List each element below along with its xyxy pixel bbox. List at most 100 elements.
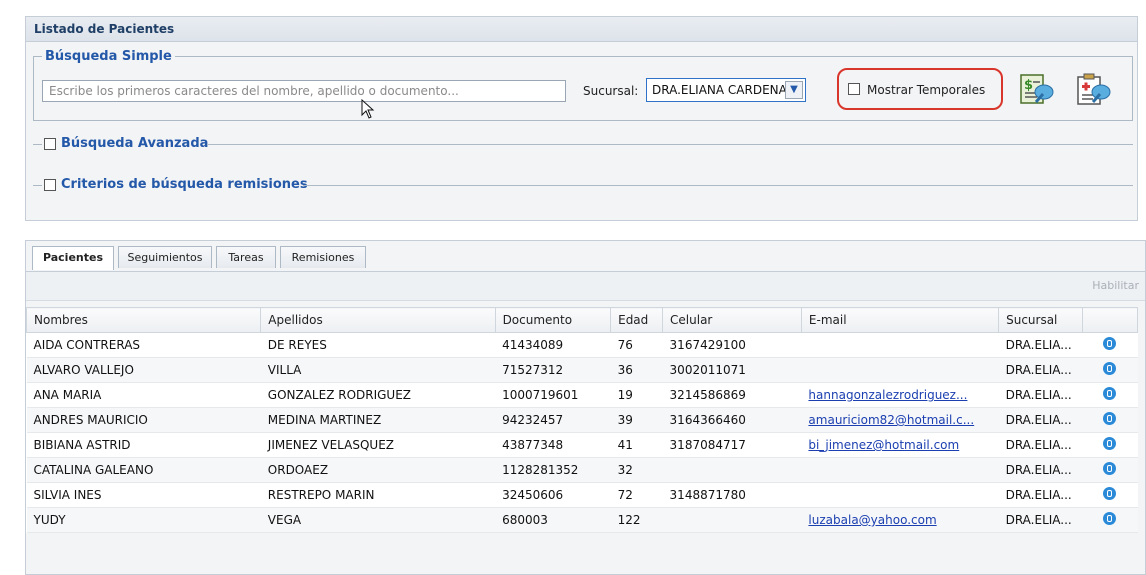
table-row[interactable]: YUDY VEGA 680003 122 luzabala@yahoo.com DRA.E… <box>26 507 1138 533</box>
column-header[interactable]: Sucursal <box>998 307 1083 333</box>
contact-card-icon[interactable] <box>1103 412 1117 425</box>
action-cell <box>1082 357 1138 383</box>
surname-cell: RESTREPO MARIN <box>260 482 496 508</box>
mouse-cursor-icon <box>361 99 375 119</box>
surname-cell: VILLA <box>260 357 496 383</box>
contact-card-icon[interactable] <box>1103 337 1117 350</box>
contact-card-icon[interactable] <box>1103 387 1117 400</box>
action-cell <box>1082 457 1138 483</box>
simple-search-fieldset: Búsqueda Simple Sucursal: DRA.ELIANA CAR… <box>33 49 1133 121</box>
tab-remisiones[interactable]: Remisiones <box>280 246 366 268</box>
contact-card-icon[interactable] <box>1103 512 1117 525</box>
remisiones-criteria-label[interactable]: Criterios de búsqueda remisiones <box>61 177 308 192</box>
tab-pacientes[interactable]: Pacientes <box>32 246 114 270</box>
column-header[interactable]: Celular <box>662 307 802 333</box>
patients-table: Nombres Apellidos Documento Edad Celular… <box>25 307 1139 533</box>
table-row[interactable]: CATALINA GALEANO ORDOAEZ 1128281352 32 DRA.E… <box>26 457 1138 483</box>
advanced-search-label[interactable]: Búsqueda Avanzada <box>61 136 208 151</box>
email-link[interactable]: amauriciom82@hotmail.c... <box>808 413 974 427</box>
email-cell[interactable]: bi_jimenez@hotmail.com <box>801 432 999 458</box>
age-cell: 122 <box>610 507 663 533</box>
surname-cell: DE REYES <box>260 332 496 358</box>
column-header[interactable]: Nombres <box>25 307 262 333</box>
column-header[interactable]: Documento <box>494 307 612 333</box>
medical-report-icon[interactable] <box>1074 72 1112 110</box>
document-cell: 32450606 <box>495 482 611 508</box>
branch-cell: DRA.ELIA... <box>998 407 1083 433</box>
phone-cell <box>662 457 802 483</box>
name-cell: BIBIANA ASTRID <box>26 432 261 458</box>
branch-cell: DRA.ELIA... <box>998 457 1083 483</box>
sucursal-value: DRA.ELIANA CARDENAS <box>652 83 795 97</box>
branch-cell: DRA.ELIA... <box>998 382 1083 408</box>
table-row[interactable]: ALVARO VALLEJO VILLA 71527312 36 3002011071 D… <box>26 357 1138 383</box>
billing-report-icon[interactable]: $ <box>1017 72 1055 110</box>
remisiones-criteria-checkbox[interactable] <box>44 179 56 191</box>
contact-card-icon[interactable] <box>1103 462 1117 475</box>
action-cell <box>1082 407 1138 433</box>
name-cell: YUDY <box>26 507 261 533</box>
name-cell: AIDA CONTRERAS <box>26 332 261 358</box>
contact-card-icon[interactable] <box>1103 437 1117 450</box>
email-link[interactable]: bi_jimenez@hotmail.com <box>808 438 959 452</box>
temporales-checkbox[interactable] <box>848 83 860 95</box>
email-cell[interactable] <box>801 482 999 508</box>
table-row[interactable]: ANDRES MAURICIO MEDINA MARTINEZ 94232457 39… <box>26 407 1138 433</box>
email-link[interactable]: hannagonzalezrodriguez... <box>808 388 967 402</box>
advanced-search-checkbox[interactable] <box>44 138 56 150</box>
name-cell: ALVARO VALLEJO <box>26 357 261 383</box>
branch-cell: DRA.ELIA... <box>998 432 1083 458</box>
email-cell[interactable] <box>801 332 999 358</box>
chevron-down-icon[interactable]: ▼ <box>785 81 803 99</box>
name-cell: CATALINA GALEANO <box>26 457 261 483</box>
email-link[interactable]: luzabala@yahoo.com <box>808 513 936 527</box>
divider <box>33 144 42 145</box>
divider <box>33 185 42 186</box>
phone-cell <box>662 507 802 533</box>
tab-tareas[interactable]: Tareas <box>216 246 276 268</box>
age-cell: 72 <box>610 482 663 508</box>
surname-cell: JIMENEZ VELASQUEZ <box>260 432 496 458</box>
grid-toolbar: Habilitar <box>26 271 1145 301</box>
age-cell: 19 <box>610 382 663 408</box>
column-header[interactable]: Apellidos <box>260 307 496 333</box>
table-header-row: Nombres Apellidos Documento Edad Celular… <box>25 307 1139 333</box>
email-cell[interactable] <box>801 457 999 483</box>
action-cell <box>1082 482 1138 508</box>
table-row[interactable]: SILVIA INES RESTREPO MARIN 32450606 72 31488… <box>26 482 1138 508</box>
contact-card-icon[interactable] <box>1103 487 1117 500</box>
column-header <box>1081 307 1139 333</box>
table-row[interactable]: AIDA CONTRERAS DE REYES 41434089 76 31674291… <box>26 332 1138 358</box>
search-input[interactable] <box>42 80 566 102</box>
results-panel: Pacientes Seguimientos Tareas Remisiones… <box>25 240 1146 575</box>
column-header[interactable]: E-mail <box>800 307 1000 333</box>
email-cell[interactable]: hannagonzalezrodriguez... <box>801 382 999 408</box>
document-cell: 43877348 <box>495 432 611 458</box>
sucursal-select[interactable]: DRA.ELIANA CARDENAS ▼ <box>646 78 806 102</box>
divider <box>207 144 1133 145</box>
action-cell <box>1082 382 1138 408</box>
branch-cell: DRA.ELIA... <box>998 507 1083 533</box>
surname-cell: VEGA <box>260 507 496 533</box>
contact-card-icon[interactable] <box>1103 362 1117 375</box>
name-cell: ANDRES MAURICIO <box>26 407 261 433</box>
table-row[interactable]: ANA MARIA GONZALEZ RODRIGUEZ 1000719601 19 3… <box>26 382 1138 408</box>
branch-cell: DRA.ELIA... <box>998 357 1083 383</box>
habilitar-button[interactable]: Habilitar <box>1092 279 1139 292</box>
age-cell: 32 <box>610 457 663 483</box>
surname-cell: ORDOAEZ <box>260 457 496 483</box>
email-cell[interactable]: luzabala@yahoo.com <box>801 507 999 533</box>
email-cell[interactable] <box>801 357 999 383</box>
action-cell <box>1082 507 1138 533</box>
panel-title: Listado de Pacientes <box>26 17 1137 42</box>
age-cell: 41 <box>610 432 663 458</box>
table-row[interactable]: BIBIANA ASTRID JIMENEZ VELASQUEZ 43877348 4… <box>26 432 1138 458</box>
column-header[interactable]: Edad <box>610 307 664 333</box>
phone-cell: 3002011071 <box>662 357 802 383</box>
email-cell[interactable]: amauriciom82@hotmail.c... <box>801 407 999 433</box>
tab-seguimientos[interactable]: Seguimientos <box>118 246 212 268</box>
age-cell: 36 <box>610 357 663 383</box>
phone-cell: 3167429100 <box>662 332 802 358</box>
action-cell <box>1082 432 1138 458</box>
phone-cell: 3214586869 <box>662 382 802 408</box>
